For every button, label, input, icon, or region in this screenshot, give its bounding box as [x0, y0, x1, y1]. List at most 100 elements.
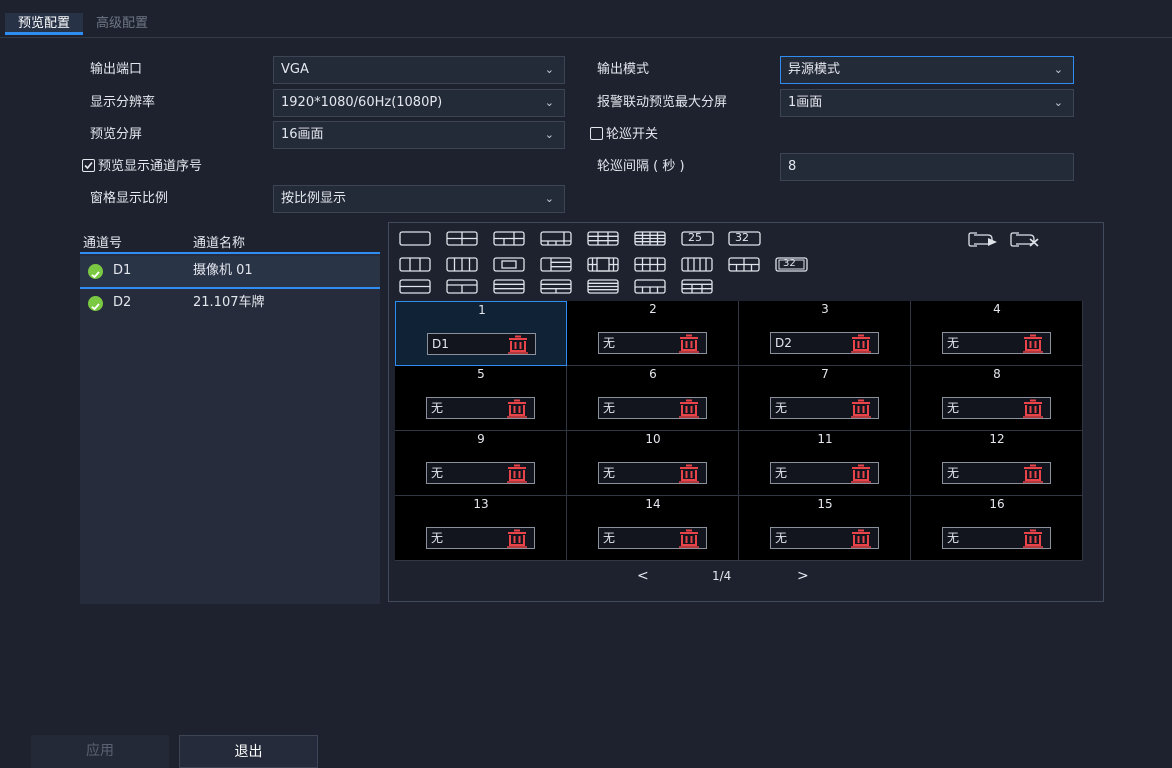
- layout-5-row-icon[interactable]: [540, 279, 572, 294]
- tab-bar: 预览配置 高级配置: [0, 0, 1172, 37]
- layout-25-button[interactable]: 25: [681, 231, 714, 246]
- preview-cell[interactable]: 12 无: [911, 431, 1083, 496]
- layout-8-row-icon[interactable]: [681, 279, 713, 294]
- trash-icon[interactable]: [506, 399, 528, 422]
- layout-8-icon[interactable]: [540, 231, 572, 246]
- preview-cell[interactable]: 6无: [567, 366, 739, 431]
- stop-patrol-icon[interactable]: [1010, 231, 1042, 247]
- prev-page-button[interactable]: <: [637, 568, 649, 584]
- layout-10-icon[interactable]: [587, 257, 619, 272]
- preview-cell[interactable]: 5无: [395, 366, 567, 431]
- trash-icon[interactable]: [1022, 334, 1044, 357]
- tab-advanced-config[interactable]: 高级配置: [96, 13, 148, 35]
- preview-cell[interactable]: 7无: [739, 366, 911, 431]
- layout-3-row-icon[interactable]: [446, 279, 478, 294]
- cell-channel-box[interactable]: 无: [770, 527, 879, 549]
- cell-channel-box[interactable]: D1: [427, 333, 536, 355]
- layout-4-col-icon[interactable]: [446, 257, 478, 272]
- layout-side-icon[interactable]: [540, 257, 572, 272]
- patrol-interval-input[interactable]: 8: [780, 153, 1074, 181]
- cell-channel-box[interactable]: 无: [598, 332, 707, 354]
- layout-32-button[interactable]: 32: [728, 231, 761, 246]
- aspect-select[interactable]: 按比例显示 ⌄: [273, 185, 565, 213]
- preview-cell[interactable]: 2无: [567, 301, 739, 366]
- exit-button[interactable]: 退出: [179, 735, 318, 768]
- alarm-max-split-select[interactable]: 1画面 ⌄: [780, 89, 1074, 117]
- cell-channel-box[interactable]: 无: [942, 332, 1051, 354]
- preview-cell[interactable]: 16 无: [911, 496, 1083, 561]
- cell-channel-box[interactable]: 无: [770, 462, 879, 484]
- header-channel-id: 通道号: [83, 236, 123, 251]
- layout-12-icon[interactable]: [634, 257, 666, 272]
- next-page-button[interactable]: >: [797, 568, 809, 584]
- channel-row[interactable]: D1 摄像机 01: [80, 256, 380, 289]
- layout-4-row-icon[interactable]: [493, 279, 525, 294]
- cell-channel-box[interactable]: 无: [426, 397, 535, 419]
- trash-icon[interactable]: [850, 334, 872, 357]
- trash-icon[interactable]: [1022, 529, 1044, 552]
- preview-cell[interactable]: 1 D1: [395, 301, 567, 366]
- alarm-max-split-label: 报警联动预览最大分屏: [597, 95, 728, 110]
- trash-icon[interactable]: [1022, 464, 1044, 487]
- cell-channel-box[interactable]: 无: [598, 462, 707, 484]
- cell-number: 5: [477, 367, 485, 381]
- apply-button[interactable]: 应用: [31, 735, 169, 768]
- layout-9-icon[interactable]: [587, 231, 619, 246]
- cell-channel-box[interactable]: D2: [770, 332, 879, 354]
- layout-3-col-icon[interactable]: [399, 257, 431, 272]
- layout-14-icon[interactable]: [728, 257, 760, 272]
- layout-6-icon[interactable]: [493, 231, 525, 246]
- layout-4-icon[interactable]: [446, 231, 478, 246]
- tab-divider: [0, 37, 1172, 38]
- trash-icon[interactable]: [850, 464, 872, 487]
- cell-number: 12: [989, 432, 1005, 446]
- layout-5-col-icon[interactable]: [681, 257, 713, 272]
- layout-6-row-icon[interactable]: [587, 279, 619, 294]
- layout-16-icon[interactable]: [634, 231, 666, 246]
- trash-icon[interactable]: [1022, 399, 1044, 422]
- preview-cell[interactable]: 11 无: [739, 431, 911, 496]
- cell-channel-box[interactable]: 无: [942, 527, 1051, 549]
- trash-icon[interactable]: [678, 399, 700, 422]
- trash-icon[interactable]: [850, 399, 872, 422]
- layout-1-icon[interactable]: [399, 231, 431, 246]
- cell-channel-box[interactable]: 无: [770, 397, 879, 419]
- preview-cell[interactable]: 9无: [395, 431, 567, 496]
- preview-cell[interactable]: 15 无: [739, 496, 911, 561]
- preview-cell[interactable]: 13 无: [395, 496, 567, 561]
- cell-channel-box[interactable]: 无: [942, 462, 1051, 484]
- cell-channel-box[interactable]: 无: [426, 527, 535, 549]
- layout-2-row-icon[interactable]: [399, 279, 431, 294]
- preview-cell[interactable]: 3 D2: [739, 301, 911, 366]
- show-channel-no-checkbox[interactable]: 预览显示通道序号: [82, 153, 202, 181]
- cell-channel-box[interactable]: 无: [598, 397, 707, 419]
- start-patrol-icon[interactable]: [968, 231, 1000, 247]
- cell-number: 3: [821, 302, 829, 316]
- tab-preview-config[interactable]: 预览配置: [5, 13, 83, 35]
- trash-icon[interactable]: [506, 464, 528, 487]
- trash-icon[interactable]: [850, 529, 872, 552]
- layout-center-icon[interactable]: [493, 257, 525, 272]
- preview-split-select[interactable]: 16画面 ⌄: [273, 121, 565, 149]
- preview-cell[interactable]: 10 无: [567, 431, 739, 496]
- layout-32b-button[interactable]: 32: [775, 257, 808, 272]
- trash-icon[interactable]: [507, 335, 529, 358]
- preview-cell[interactable]: 4无: [911, 301, 1083, 366]
- output-port-select[interactable]: VGA ⌄: [273, 56, 565, 84]
- cell-channel-box[interactable]: 无: [598, 527, 707, 549]
- cell-channel-box[interactable]: 无: [942, 397, 1051, 419]
- cell-channel-box[interactable]: 无: [426, 462, 535, 484]
- show-channel-no-label: 预览显示通道序号: [98, 159, 203, 174]
- preview-cell[interactable]: 14 无: [567, 496, 739, 561]
- output-mode-select[interactable]: 异源模式 ⌄: [780, 56, 1074, 84]
- trash-icon[interactable]: [678, 529, 700, 552]
- cell-channel-name: 无: [775, 466, 788, 480]
- channel-row[interactable]: D2 21.107车牌: [80, 288, 380, 318]
- trash-icon[interactable]: [506, 529, 528, 552]
- resolution-select[interactable]: 1920*1080/60Hz(1080P) ⌄: [273, 89, 565, 117]
- trash-icon[interactable]: [678, 334, 700, 357]
- preview-cell[interactable]: 8无: [911, 366, 1083, 431]
- patrol-switch-checkbox[interactable]: 轮巡开关: [590, 121, 658, 149]
- layout-7-row-icon[interactable]: [634, 279, 666, 294]
- trash-icon[interactable]: [678, 464, 700, 487]
